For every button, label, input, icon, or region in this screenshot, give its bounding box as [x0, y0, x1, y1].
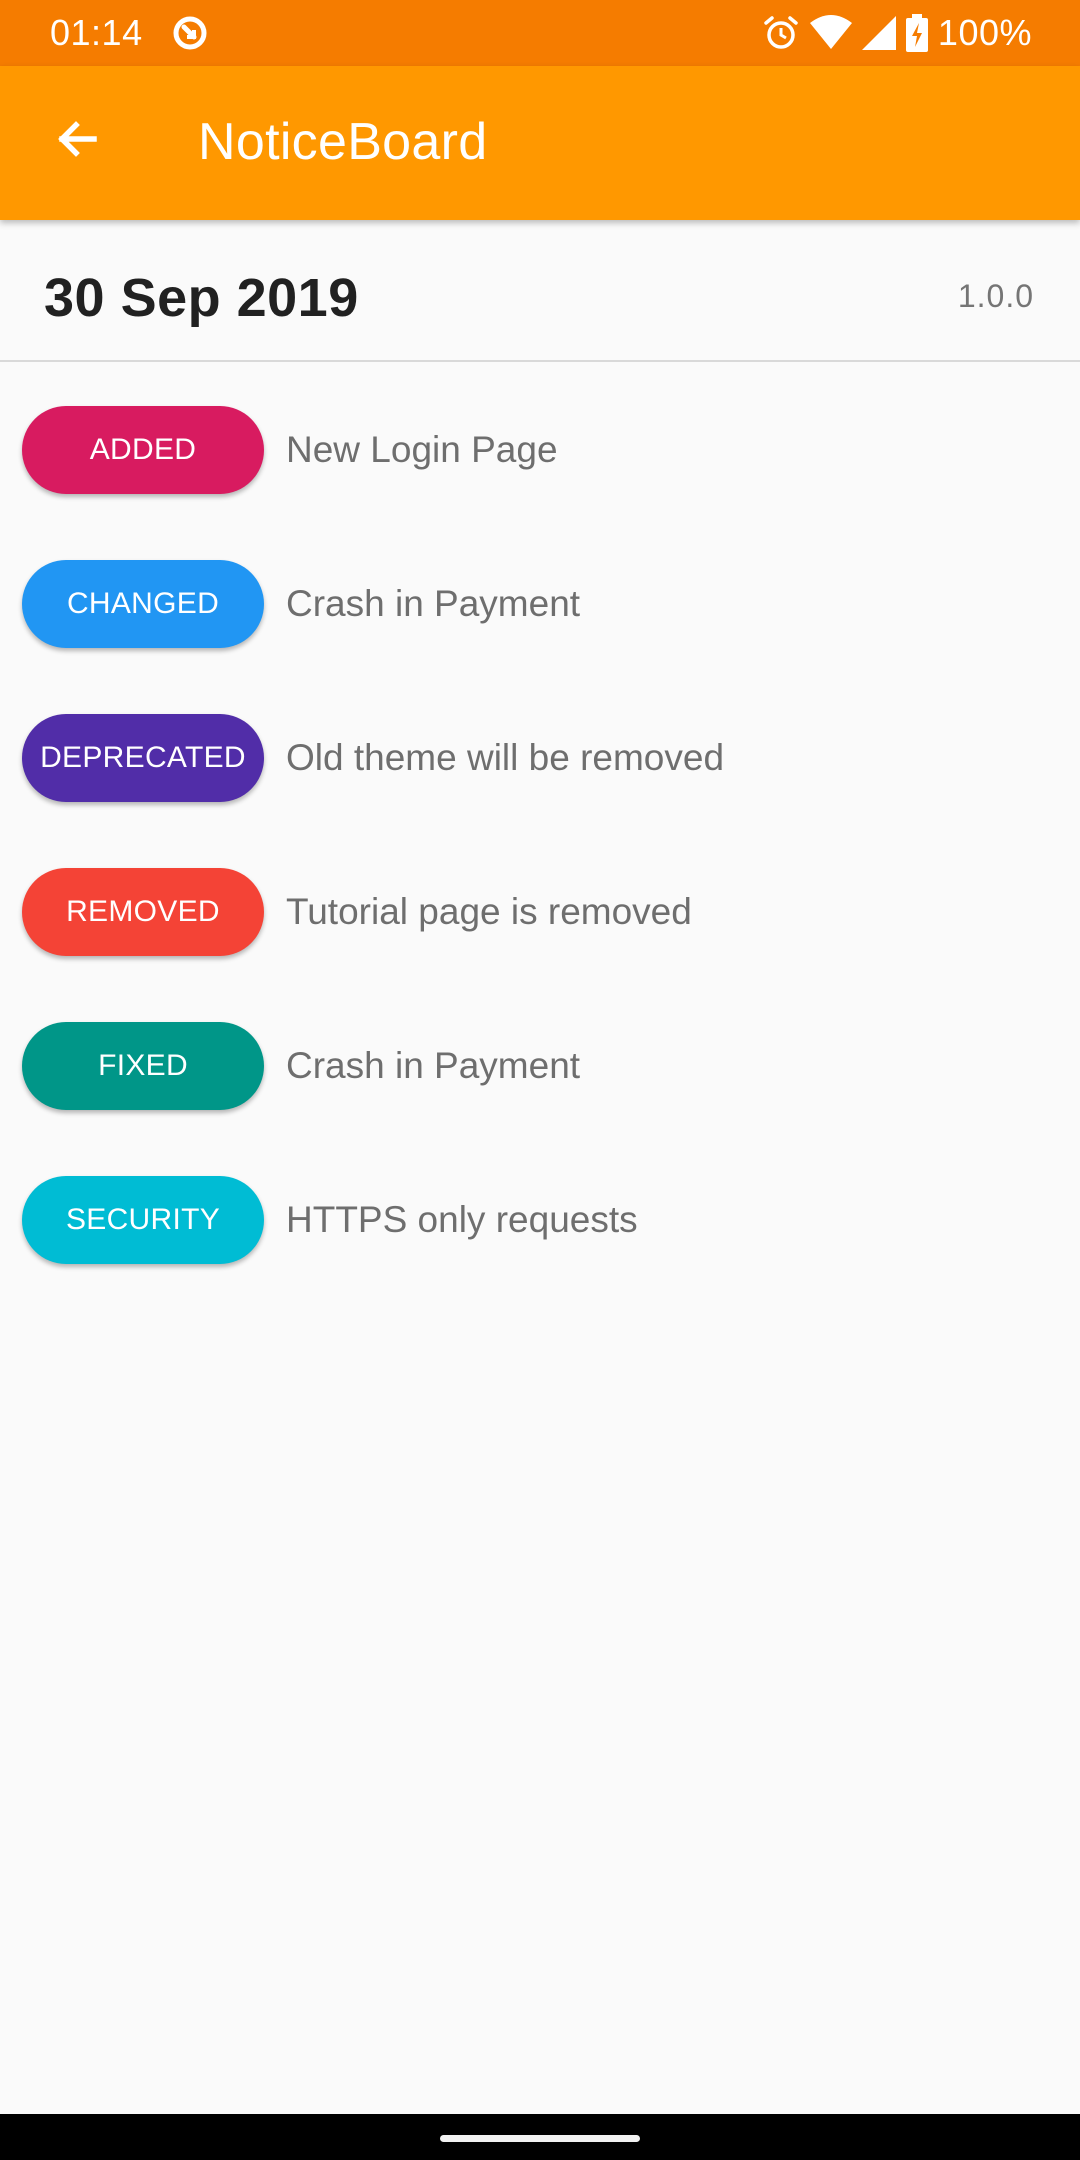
release-date: 30 Sep 2019: [44, 268, 359, 328]
home-gesture-handle[interactable]: [440, 2135, 640, 2142]
change-row: CHANGED Crash in Payment: [0, 516, 1080, 670]
changes-list: ADDED New Login Page CHANGED Crash in Pa…: [0, 362, 1080, 1286]
signal-icon: [861, 16, 896, 50]
alarm-icon: [762, 14, 800, 52]
change-badge-fixed[interactable]: FIXED: [22, 1022, 264, 1110]
change-badge-security[interactable]: SECURITY: [22, 1176, 264, 1264]
status-icons: 100%: [762, 10, 1032, 56]
change-row: FIXED Crash in Payment: [0, 978, 1080, 1132]
change-text: Tutorial page is removed: [286, 891, 692, 932]
status-time: 01:14: [50, 12, 143, 53]
navigation-bar: [0, 2114, 1080, 2160]
back-button[interactable]: [36, 99, 120, 183]
change-text: Old theme will be removed: [286, 737, 725, 778]
sync-icon: [170, 13, 210, 53]
status-bar: 01:14 100%: [0, 0, 1080, 66]
change-text: HTTPS only requests: [286, 1199, 638, 1240]
change-text: Crash in Payment: [286, 583, 581, 624]
change-row: DEPRECATED Old theme will be removed: [0, 670, 1080, 824]
battery-charging-icon: [905, 14, 928, 52]
change-badge-removed[interactable]: REMOVED: [22, 868, 264, 956]
page-title: NoticeBoard: [198, 113, 488, 171]
release-version: 1.0.0: [957, 278, 1034, 314]
app-bar: NoticeBoard: [0, 66, 1080, 220]
arrow-back-icon: [54, 115, 102, 168]
change-badge-changed[interactable]: CHANGED: [22, 560, 264, 648]
release-header: 30 Sep 2019 1.0.0: [0, 220, 1080, 362]
change-row: SECURITY HTTPS only requests: [0, 1132, 1080, 1286]
change-row: ADDED New Login Page: [0, 362, 1080, 516]
change-badge-deprecated[interactable]: DEPRECATED: [22, 714, 264, 802]
change-badge-added[interactable]: ADDED: [22, 406, 264, 494]
change-text: New Login Page: [286, 429, 558, 470]
battery-percent: 100%: [937, 12, 1032, 53]
change-text: Crash in Payment: [286, 1045, 581, 1086]
wifi-icon: [809, 15, 852, 51]
change-row: REMOVED Tutorial page is removed: [0, 824, 1080, 978]
